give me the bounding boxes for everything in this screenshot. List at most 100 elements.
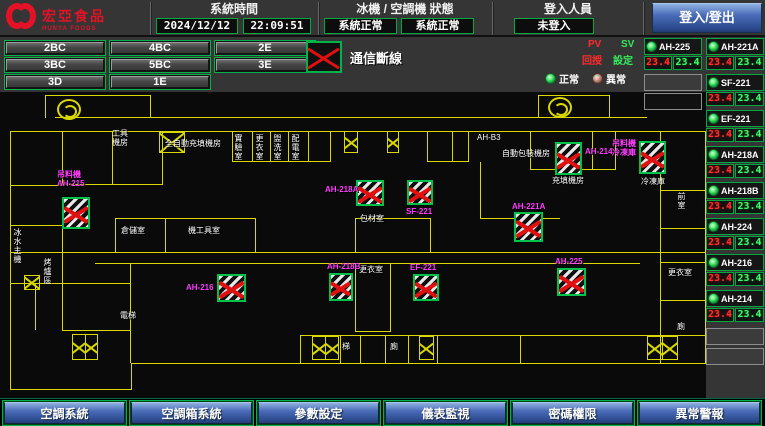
- floor-button-1e[interactable]: 1E: [109, 74, 211, 90]
- wall-segment: [538, 95, 539, 118]
- ahu-icon-ah-218b[interactable]: [329, 273, 353, 301]
- nav-button-label: 異常警報: [639, 402, 760, 424]
- wall-segment: [660, 228, 705, 229]
- wall-segment: [165, 218, 166, 252]
- nav-button-1[interactable]: 空調箱系統: [129, 400, 254, 426]
- unit-ah-221a[interactable]: AH-221A: [706, 38, 764, 55]
- x-cell-icon: [325, 337, 338, 359]
- ahu-label-ah-225: AH-225: [555, 257, 583, 266]
- wall-segment: [660, 190, 705, 191]
- unit-sv-value: 23.4: [735, 200, 764, 214]
- unit-sf-221[interactable]: SF-221: [706, 74, 764, 91]
- ahu-label-freezer: 吊料機 冷凍庫: [612, 139, 636, 157]
- ahu-icon-sf-221[interactable]: [407, 180, 433, 205]
- nav-button-4[interactable]: 密碼權限: [510, 400, 635, 426]
- room-label: 烤爐區: [43, 258, 52, 285]
- x-cell-icon: [345, 132, 357, 152]
- abnormal-label: 異常: [606, 71, 626, 86]
- unit-status-led-icon: [708, 113, 719, 124]
- wall-segment: [232, 161, 330, 162]
- room-label: 更衣室: [255, 134, 264, 161]
- unit-pv-value: 23.4: [706, 272, 734, 286]
- unit-status-led-icon: [646, 41, 657, 52]
- login-status-badge: 未登入: [514, 18, 594, 34]
- ahu-icon-ah-215[interactable]: [62, 197, 90, 229]
- ahu-icon-freezer[interactable]: [639, 141, 666, 174]
- wall-segment: [330, 131, 331, 162]
- floor-button-2e[interactable]: 2E: [214, 40, 316, 56]
- spiral-stair-icon: [548, 97, 572, 118]
- unit-pv-value: 23.4: [706, 200, 734, 214]
- unit-ah-216[interactable]: AH-216: [706, 254, 764, 271]
- stair-x-box: [312, 336, 339, 360]
- nav-button-2[interactable]: 參數設定: [256, 400, 381, 426]
- system-date-value: 2024/12/12: [156, 18, 238, 34]
- wall-segment: [288, 131, 289, 162]
- logo-mark-icon: [6, 3, 36, 34]
- ahu-icon-ah-214[interactable]: [555, 142, 582, 175]
- room-label: 廁: [677, 322, 685, 331]
- wall-segment: [480, 162, 481, 218]
- floor-button-3e[interactable]: 3E: [214, 57, 316, 73]
- ahu-status-badge: 系統正常: [401, 18, 474, 34]
- nav-button-label: 儀表監視: [385, 402, 506, 424]
- unit-pv-value: 23.4: [644, 56, 672, 70]
- unit-status-led-icon: [708, 293, 719, 304]
- wall-segment: [10, 225, 62, 226]
- wall-segment: [308, 131, 309, 162]
- wall-segment: [62, 330, 131, 331]
- unit-ah-218b[interactable]: AH-218B: [706, 182, 764, 199]
- room-label: 包材室: [360, 214, 384, 223]
- wall-segment: [427, 161, 468, 162]
- nav-button-label: 參數設定: [258, 402, 379, 424]
- nav-button-5[interactable]: 異常警報: [637, 400, 762, 426]
- wall-segment: [131, 363, 706, 364]
- ahu-icon-ah-218a[interactable]: [356, 180, 384, 206]
- ahu-icon-ef-221[interactable]: [413, 274, 439, 301]
- unit-pv-value: 23.4: [706, 236, 734, 250]
- unit-sv-value: 23.4: [735, 236, 764, 250]
- login-person-label: 登入人員: [494, 2, 642, 16]
- x-cell-icon: [420, 337, 433, 359]
- unit-ah-218a[interactable]: AH-218A: [706, 146, 764, 163]
- floor-button-4bc[interactable]: 4BC: [109, 40, 211, 56]
- unit-sv-value: 23.4: [735, 164, 764, 178]
- ahu-label-sf-221: SF-221: [406, 207, 432, 216]
- unit-ah-224[interactable]: AH-224: [706, 218, 764, 235]
- unit-ah-214[interactable]: AH-214: [706, 290, 764, 307]
- ahu-icon-ah-225[interactable]: [557, 268, 586, 296]
- bottom-nav: 空調系統空調箱系統參數設定儀表監視密碼權限異常警報: [0, 398, 765, 426]
- unit-ef-221[interactable]: EF-221: [706, 110, 764, 127]
- x-cell-icon: [25, 276, 39, 289]
- unit-pv-value: 23.4: [706, 92, 734, 106]
- wall-segment: [270, 131, 271, 162]
- nav-button-0[interactable]: 空調系統: [2, 400, 127, 426]
- nav-button-label: 空調系統: [4, 402, 125, 424]
- stair-x-box: [344, 131, 358, 153]
- empty-unit-slot: [644, 93, 702, 110]
- unit-ah-225[interactable]: AH-225: [644, 38, 702, 55]
- room-label: 冰水主機: [13, 228, 22, 264]
- floor-button-3d[interactable]: 3D: [4, 74, 106, 90]
- machine-status-label: 冰機 / 空調機 狀態: [320, 2, 490, 16]
- unit-name: AH-221A: [721, 42, 759, 52]
- ahu-icon-ah-216[interactable]: [217, 274, 246, 302]
- logo-name: 宏亞食品: [42, 6, 106, 26]
- legend-normal: 正常: [545, 71, 579, 86]
- floor-button-2bc[interactable]: 2BC: [4, 40, 106, 56]
- floor-button-5bc[interactable]: 5BC: [109, 57, 211, 73]
- wall-segment: [427, 131, 428, 162]
- unit-sv-value: 23.4: [735, 92, 764, 106]
- feedback-header: 回授: [582, 52, 602, 67]
- nav-button-3[interactable]: 儀表監視: [383, 400, 508, 426]
- wall-segment: [10, 131, 11, 390]
- login-logout-button[interactable]: 登入/登出: [652, 3, 762, 33]
- floor-button-3bc[interactable]: 3BC: [4, 57, 106, 73]
- room-label: 充填機房: [552, 176, 584, 185]
- room-label: 電梯: [120, 311, 136, 320]
- ahu-icon-ah-221a[interactable]: [514, 212, 543, 242]
- room-label: 前室: [677, 192, 686, 210]
- ahu-label-ah-216: AH-216: [186, 283, 214, 292]
- room-label: 配電室: [291, 134, 300, 161]
- unit-sv-value: 23.4: [735, 272, 764, 286]
